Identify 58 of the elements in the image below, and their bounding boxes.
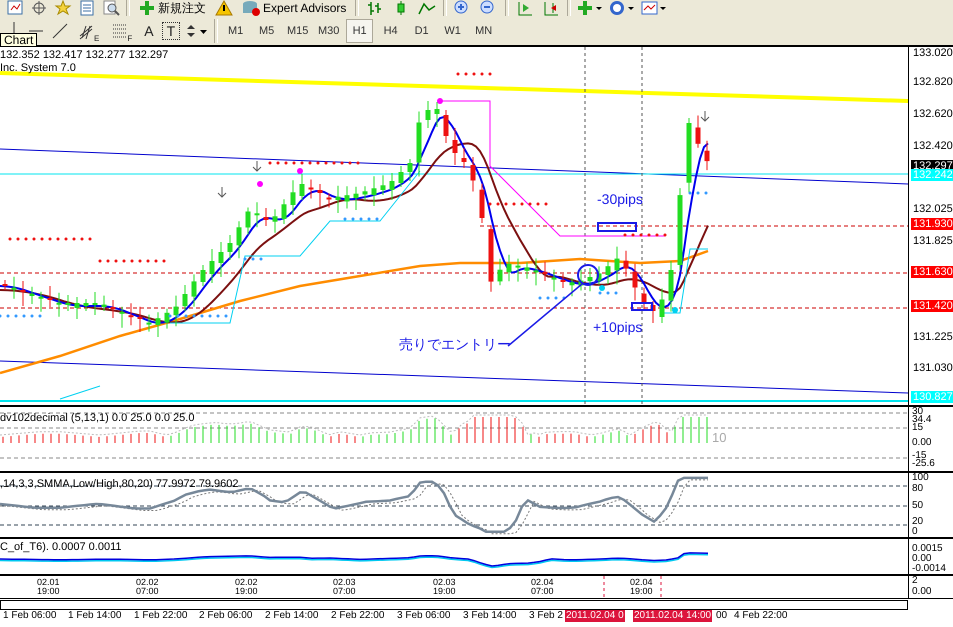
date-label: 02.02 07:00	[136, 578, 159, 596]
indicator-value: 10	[712, 431, 726, 444]
price-label: 132.820	[912, 76, 953, 88]
chart-header: 132.352 132.417 132.277 132.297	[0, 49, 168, 61]
price-label: 131.225	[912, 331, 953, 343]
time-label: 3 Feb 06:00	[397, 610, 450, 622]
time-label: 1 Feb 06:00	[3, 610, 56, 622]
scale-label: 0.00	[912, 587, 932, 597]
time-label: 2 Feb 22:00	[331, 610, 384, 622]
date-label: 02.02 19:00	[235, 578, 258, 596]
scale-label: 80	[912, 484, 924, 494]
indicator-header: ,14,3,3,SMMA,Low/High,80,20) 77.9972 79.9602	[0, 478, 238, 490]
scale-label: -0.0014	[912, 564, 946, 574]
time-label: 1 Feb 22:00	[134, 610, 188, 622]
time-label: 1 Feb 14:00	[68, 610, 122, 622]
time-label: 00	[716, 610, 728, 622]
annotation-text: -30pips	[597, 192, 643, 207]
date-label: 02.03 07:00	[333, 578, 356, 596]
time-label: 2 Feb 14:00	[265, 610, 318, 622]
scale-label: 0	[912, 527, 918, 537]
scale-label: 50	[912, 501, 924, 511]
scale-label: 0.00	[912, 438, 932, 448]
price-label: 132.620	[912, 108, 953, 120]
annotation-text: 売りでエントリー	[399, 337, 511, 352]
date-label: 02.04 07:00	[531, 578, 554, 596]
time-label: 2011.02.04 14:00	[633, 610, 712, 622]
date-label: 02.01 19:00	[37, 578, 60, 596]
scale-label: 15	[912, 423, 924, 433]
price-label: 133.020	[912, 47, 953, 59]
scale-label: 2	[912, 576, 918, 586]
time-label: 4 Feb 22:00	[734, 610, 788, 622]
scale-label: -25.6	[912, 459, 935, 469]
price-label: 131.825	[912, 235, 953, 247]
indicator-header: dv102decimal (5,13,1) 0.0 25.0 0.0 25.0	[0, 412, 194, 424]
price-label: 132.025	[912, 203, 953, 215]
letter-label: E	[94, 34, 100, 42]
chart-header: Inc. System 7.0	[0, 62, 76, 74]
time-label: 2011.02.04 0	[565, 610, 625, 622]
time-label: 3 Feb 14:00	[463, 610, 516, 622]
scale-label: 0.0015	[912, 544, 943, 554]
scale-label: 0.00	[912, 554, 932, 564]
date-label: 02.03 19:00	[433, 578, 456, 596]
indicator-header: C_of_T6). 0.0007 0.0011	[0, 541, 122, 553]
price-label: 132.420	[912, 140, 953, 152]
time-label: 3 Feb 2	[529, 610, 563, 622]
price-label: 131.030	[912, 362, 953, 374]
annotation-text: +10pips	[593, 320, 642, 335]
price-label: 130.827	[911, 391, 953, 403]
date-label: 02.04 19:00	[630, 578, 653, 596]
scale-label: 20	[912, 517, 924, 527]
price-label: 131.630	[911, 266, 953, 278]
price-label: 131.930	[911, 218, 953, 230]
letter-label: F	[127, 34, 132, 42]
time-label: 2 Feb 06:00	[199, 610, 252, 622]
price-label: 132.242	[911, 169, 953, 181]
tooltip: Chart	[0, 33, 38, 47]
price-label: 131.420	[911, 300, 953, 312]
scale-label: 100	[912, 473, 929, 483]
